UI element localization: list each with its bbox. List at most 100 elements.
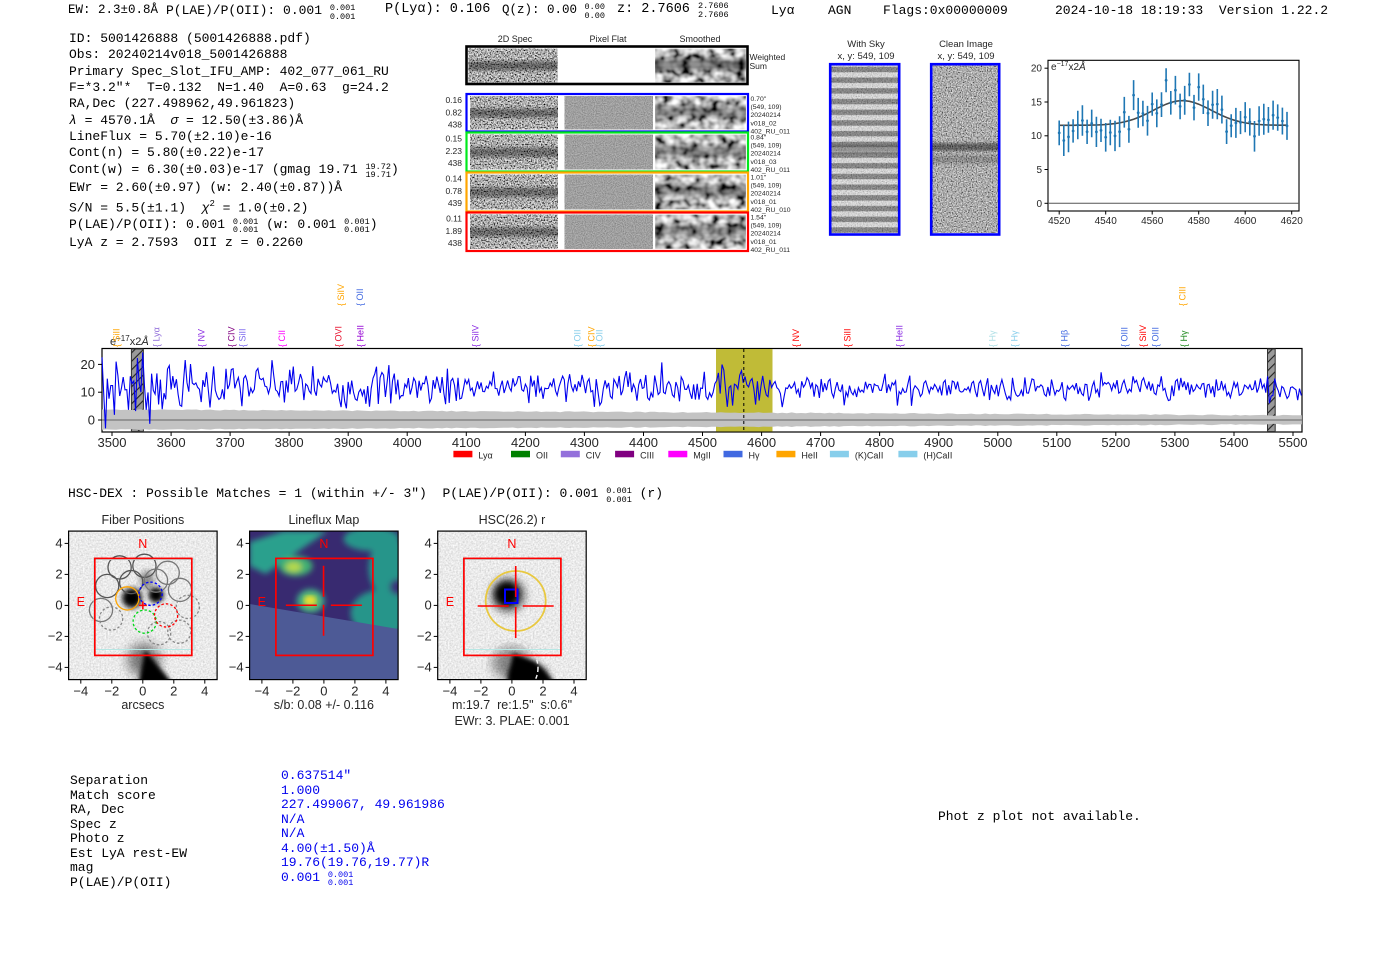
svg-text:5500: 5500: [1279, 435, 1308, 450]
svg-text:E: E: [258, 595, 266, 609]
svg-text:2: 2: [55, 566, 62, 581]
svg-text:MgII: MgII: [693, 451, 711, 461]
svg-text:v018_01: v018_01: [751, 239, 777, 246]
svg-text:−4: −4: [73, 684, 88, 699]
svg-text:1.54": 1.54": [751, 215, 767, 222]
svg-text:{ CII: { CII: [277, 330, 287, 347]
svg-text:20240214: 20240214: [751, 151, 781, 158]
svg-text:{ Hγ: { Hγ: [988, 330, 998, 347]
svg-text:15: 15: [1031, 98, 1043, 109]
svg-text:3900: 3900: [334, 435, 363, 450]
svg-text:Hγ: Hγ: [749, 451, 760, 461]
svg-text:402_RU_010: 402_RU_010: [751, 207, 791, 214]
svg-text:10: 10: [1031, 131, 1043, 142]
svg-text:{ SiII: { SiII: [112, 328, 122, 347]
svg-text:20: 20: [1031, 64, 1043, 75]
svg-text:{ HeII: { HeII: [356, 325, 366, 347]
svg-text:402_RU_011: 402_RU_011: [751, 167, 791, 174]
svg-text:Smoothed: Smoothed: [679, 34, 720, 44]
svg-text:(549, 109): (549, 109): [751, 104, 782, 111]
svg-text:−4: −4: [417, 659, 432, 674]
svg-text:0.84": 0.84": [751, 135, 767, 142]
svg-text:5: 5: [1036, 165, 1042, 176]
svg-text:x, y: 549, 109: x, y: 549, 109: [837, 51, 894, 62]
svg-text:−4: −4: [442, 684, 457, 699]
svg-text:−2: −2: [417, 628, 432, 643]
svg-text:3800: 3800: [275, 435, 304, 450]
svg-text:Sum: Sum: [750, 61, 767, 71]
svg-text:{ SiII: { SiII: [843, 328, 853, 347]
svg-text:0: 0: [139, 684, 146, 699]
svg-text:439: 439: [448, 198, 462, 208]
svg-text:Lineflux Map: Lineflux Map: [288, 513, 359, 527]
svg-text:N: N: [138, 537, 147, 551]
svg-text:OII: OII: [536, 451, 548, 461]
svg-text:Fiber Positions: Fiber Positions: [102, 513, 185, 527]
svg-text:4200: 4200: [511, 435, 540, 450]
svg-text:4800: 4800: [865, 435, 894, 450]
svg-text:4300: 4300: [570, 435, 599, 450]
svg-text:0: 0: [508, 684, 515, 699]
svg-text:2.23: 2.23: [445, 146, 462, 156]
svg-text:3700: 3700: [216, 435, 245, 450]
svg-text:2: 2: [351, 684, 358, 699]
svg-text:(549, 109): (549, 109): [751, 143, 782, 150]
svg-text:E: E: [77, 595, 85, 609]
svg-text:402_RU_011: 402_RU_011: [751, 247, 791, 254]
svg-text:EWr: 3. PLAE: 0.001: EWr: 3. PLAE: 0.001: [454, 714, 569, 728]
svg-text:4: 4: [424, 535, 431, 550]
svg-text:{ SiIV: { SiIV: [1138, 325, 1148, 347]
svg-text:(K)CaII: (K)CaII: [855, 451, 884, 461]
svg-text:20240214: 20240214: [751, 231, 781, 238]
svg-text:{ Hγ: { Hγ: [1010, 330, 1020, 347]
svg-text:5300: 5300: [1160, 435, 1189, 450]
svg-text:N: N: [319, 537, 328, 551]
svg-text:{ SiIV: { SiIV: [471, 325, 481, 347]
svg-text:0: 0: [1036, 199, 1042, 210]
svg-text:5000: 5000: [983, 435, 1012, 450]
svg-text:4400: 4400: [629, 435, 658, 450]
svg-text:{ CIII: { CIII: [1178, 286, 1188, 306]
svg-text:4000: 4000: [393, 435, 422, 450]
svg-text:Clean Image: Clean Image: [939, 39, 993, 50]
svg-text:HSC(26.2) r: HSC(26.2) r: [479, 513, 546, 527]
svg-text:{ Hβ: { Hβ: [1060, 330, 1070, 347]
svg-text:(549, 109): (549, 109): [751, 183, 782, 190]
svg-text:{ OIII: { OIII: [1120, 327, 1130, 347]
svg-text:−2: −2: [48, 628, 63, 643]
svg-text:0: 0: [88, 413, 95, 428]
svg-text:(H)CaII: (H)CaII: [923, 451, 952, 461]
svg-text:{ NV: { NV: [791, 329, 801, 347]
svg-text:4: 4: [570, 684, 577, 699]
svg-text:v018_01: v018_01: [751, 199, 777, 206]
svg-text:s/b: 0.08 +/- 0.116: s/b: 0.08 +/- 0.116: [274, 698, 374, 712]
svg-text:0: 0: [236, 597, 243, 612]
svg-text:{ NV: { NV: [197, 329, 207, 347]
svg-text:(549, 109): (549, 109): [751, 223, 782, 230]
svg-text:4: 4: [201, 684, 208, 699]
svg-text:2: 2: [170, 684, 177, 699]
svg-text:0.78: 0.78: [445, 186, 462, 196]
svg-text:5100: 5100: [1042, 435, 1071, 450]
svg-text:20240214: 20240214: [751, 191, 781, 198]
svg-text:−4: −4: [254, 684, 269, 699]
svg-text:4600: 4600: [747, 435, 776, 450]
svg-text:{ CIV: { CIV: [227, 326, 237, 347]
svg-text:2: 2: [424, 566, 431, 581]
svg-text:HeII: HeII: [801, 451, 818, 461]
svg-text:−2: −2: [285, 684, 300, 699]
svg-text:{ Lyα: { Lyα: [152, 327, 162, 347]
svg-text:4: 4: [236, 535, 243, 550]
svg-text:4900: 4900: [924, 435, 953, 450]
svg-text:CIV: CIV: [586, 451, 601, 461]
svg-text:{ OII: { OII: [595, 329, 605, 347]
svg-text:5200: 5200: [1101, 435, 1130, 450]
svg-text:{ OII: { OII: [573, 329, 583, 347]
svg-text:10: 10: [81, 385, 95, 400]
svg-text:3500: 3500: [98, 435, 127, 450]
svg-text:4520: 4520: [1048, 216, 1071, 227]
svg-text:0: 0: [424, 597, 431, 612]
svg-text:438: 438: [448, 158, 462, 168]
svg-text:m:19.7 re:1.5" s:0.6": m:19.7 re:1.5" s:0.6": [452, 698, 572, 712]
svg-text:E: E: [446, 595, 454, 609]
